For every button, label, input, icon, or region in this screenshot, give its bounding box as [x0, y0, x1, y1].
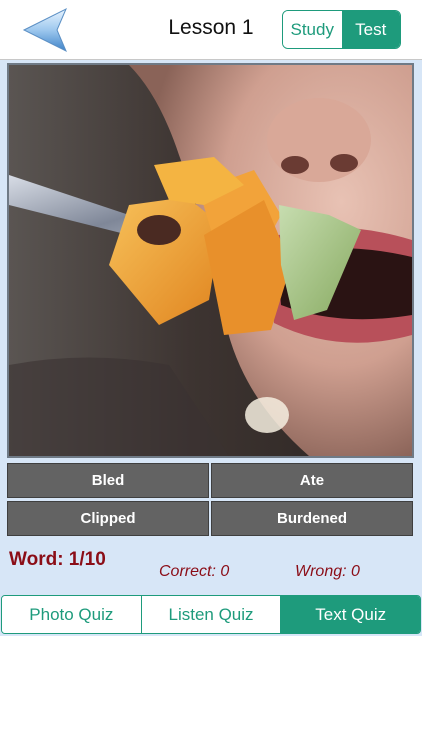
word-counter: Word: 1/10: [9, 549, 106, 570]
answer-option-clipped[interactable]: Clipped: [7, 501, 209, 536]
fruit-on-fork-photo: [7, 63, 414, 458]
correct-count: Correct: 0: [159, 563, 230, 580]
page-title: Lesson 1: [168, 16, 254, 39]
tab-text-quiz[interactable]: Text Quiz: [281, 596, 420, 633]
study-tab[interactable]: Study: [283, 11, 342, 48]
wrong-count: Wrong: 0: [295, 563, 360, 580]
quiz-content: Bled Ate Clipped Burdened Word: 1/10 Cor…: [0, 60, 422, 636]
answer-option-burdened[interactable]: Burdened: [211, 501, 413, 536]
quiz-type-tabs: Photo Quiz Listen Quiz Text Quiz: [1, 595, 421, 634]
navigation-header: Lesson 1 Study Test: [0, 0, 422, 60]
answer-option-ate[interactable]: Ate: [211, 463, 413, 498]
back-button[interactable]: [22, 7, 72, 53]
answer-option-bled[interactable]: Bled: [7, 463, 209, 498]
back-arrow-icon: [22, 7, 67, 53]
tab-listen-quiz[interactable]: Listen Quiz: [141, 596, 282, 633]
study-test-toggle: Study Test: [282, 10, 401, 49]
test-tab[interactable]: Test: [341, 11, 400, 48]
tab-photo-quiz[interactable]: Photo Quiz: [2, 596, 142, 633]
